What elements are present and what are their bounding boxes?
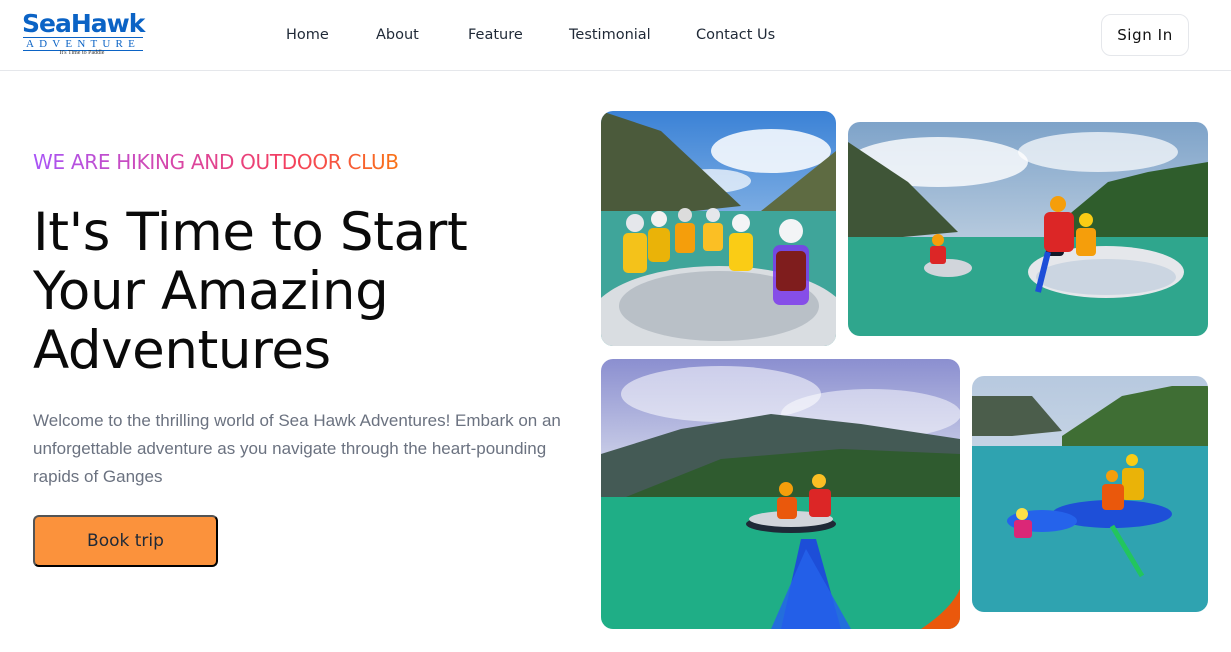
nav-testimonial[interactable]: Testimonial [569, 26, 651, 44]
nav-contact-us[interactable]: Contact Us [696, 26, 775, 44]
hero-headline: It's Time to Start Your Amazing Adventur… [33, 202, 468, 381]
hero-eyebrow: WE ARE HIKING AND OUTDOOR CLUB [33, 150, 399, 174]
site-header: SeaHawk ADVENTURE It's Time to Paddle Ho… [0, 0, 1231, 71]
rafting-group-photo [601, 111, 836, 346]
kayak-view-photo [601, 359, 960, 629]
nav-about[interactable]: About [376, 26, 419, 44]
brand-logo[interactable]: SeaHawk ADVENTURE It's Time to Paddle [22, 9, 145, 57]
nav-feature[interactable]: Feature [468, 26, 523, 44]
logo-subtitle: ADVENTURE [23, 37, 143, 51]
logo-wordmark: SeaHawk [22, 9, 145, 38]
raft-on-river-photo [848, 122, 1208, 336]
hero-description: Welcome to the thrilling world of Sea Ha… [33, 411, 561, 486]
sign-in-button[interactable]: Sign In [1101, 14, 1189, 56]
book-trip-button[interactable]: Book trip [33, 515, 218, 567]
nav-home[interactable]: Home [286, 26, 329, 44]
raft-celebration-photo [972, 376, 1208, 612]
logo-tagline: It's Time to Paddle [59, 50, 105, 56]
